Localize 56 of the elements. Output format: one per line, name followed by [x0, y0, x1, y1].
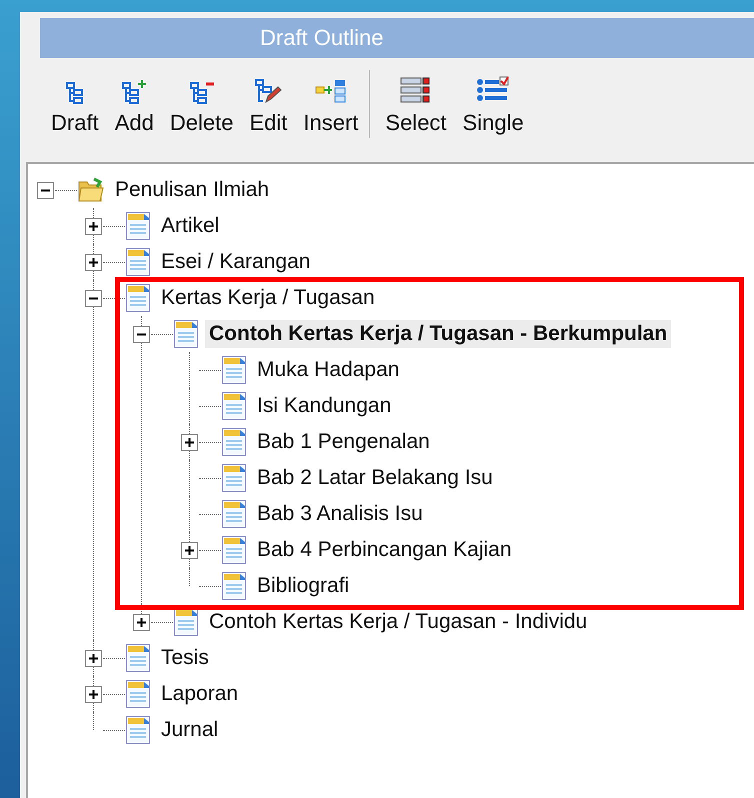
list-check-icon [476, 76, 510, 104]
tree-item[interactable]: Contoh Kertas Kerja / Tugasan - Berkumpulan [205, 320, 672, 348]
insert-icon [314, 78, 347, 104]
tree-item[interactable]: Penulisan Ilmiah [111, 176, 274, 204]
tree-item[interactable]: Kertas Kerja / Tugasan [157, 284, 379, 312]
window-title: Draft Outline [40, 18, 754, 58]
expand-toggle[interactable] [181, 542, 198, 558]
tree-item[interactable]: Artikel [157, 212, 224, 240]
document-icon [221, 427, 247, 457]
toolbar-button[interactable]: Single [458, 68, 529, 144]
toolbar-button[interactable]: Select [380, 68, 452, 144]
document-icon [221, 571, 247, 601]
document-icon [125, 679, 151, 709]
document-icon [173, 319, 199, 349]
collapse-toggle[interactable] [133, 326, 150, 342]
tree-item[interactable]: Bab 1 Pengenalan [253, 428, 434, 456]
toolbar-button[interactable]: Add [110, 68, 159, 144]
tree-item[interactable]: Contoh Kertas Kerja / Tugasan - Individu [205, 608, 592, 636]
document-icon [125, 247, 151, 277]
tree-item[interactable]: Bibliografi [253, 572, 354, 600]
tree-item[interactable]: Esei / Karangan [157, 248, 314, 276]
tree-item[interactable]: Isi Kandungan [253, 392, 396, 420]
expand-toggle[interactable] [133, 614, 150, 630]
document-icon [221, 355, 247, 385]
collapse-toggle[interactable] [37, 182, 54, 198]
expand-toggle[interactable] [181, 434, 198, 450]
document-icon [125, 715, 151, 745]
tree-item[interactable]: Jurnal [157, 716, 222, 744]
tree-item[interactable]: Laporan [157, 680, 242, 708]
toolbar-button[interactable]: Insert [298, 68, 364, 144]
expand-toggle[interactable] [85, 254, 102, 270]
document-icon [221, 391, 247, 421]
collapse-toggle[interactable] [85, 290, 102, 306]
tree-item[interactable]: Bab 4 Perbincangan Kajian [253, 536, 516, 564]
expand-toggle[interactable] [85, 650, 102, 666]
expand-toggle[interactable] [85, 218, 102, 234]
tree-item[interactable]: Bab 3 Analisis Isu [253, 500, 427, 528]
tree-pencil-icon [254, 78, 282, 104]
tree-item[interactable]: Bab 2 Latar Belakang Isu [253, 464, 497, 492]
document-icon [173, 607, 199, 637]
toolbar-button[interactable]: Edit [244, 68, 292, 144]
tree-icon [64, 82, 85, 104]
document-icon [125, 283, 151, 313]
document-icon [221, 535, 247, 565]
expand-toggle[interactable] [85, 686, 102, 702]
toolbar-button[interactable]: Draft [46, 68, 104, 144]
document-icon [125, 643, 151, 673]
folder-icon [77, 177, 105, 203]
tree-item[interactable]: Muka Hadapan [253, 356, 404, 384]
document-icon [221, 499, 247, 529]
document-icon [125, 211, 151, 241]
document-icon [221, 463, 247, 493]
tree-item[interactable]: Tesis [157, 644, 213, 672]
tree-add-icon [121, 80, 148, 104]
tree-remove-icon [188, 80, 215, 104]
toolbar-button[interactable]: Delete [164, 68, 238, 144]
